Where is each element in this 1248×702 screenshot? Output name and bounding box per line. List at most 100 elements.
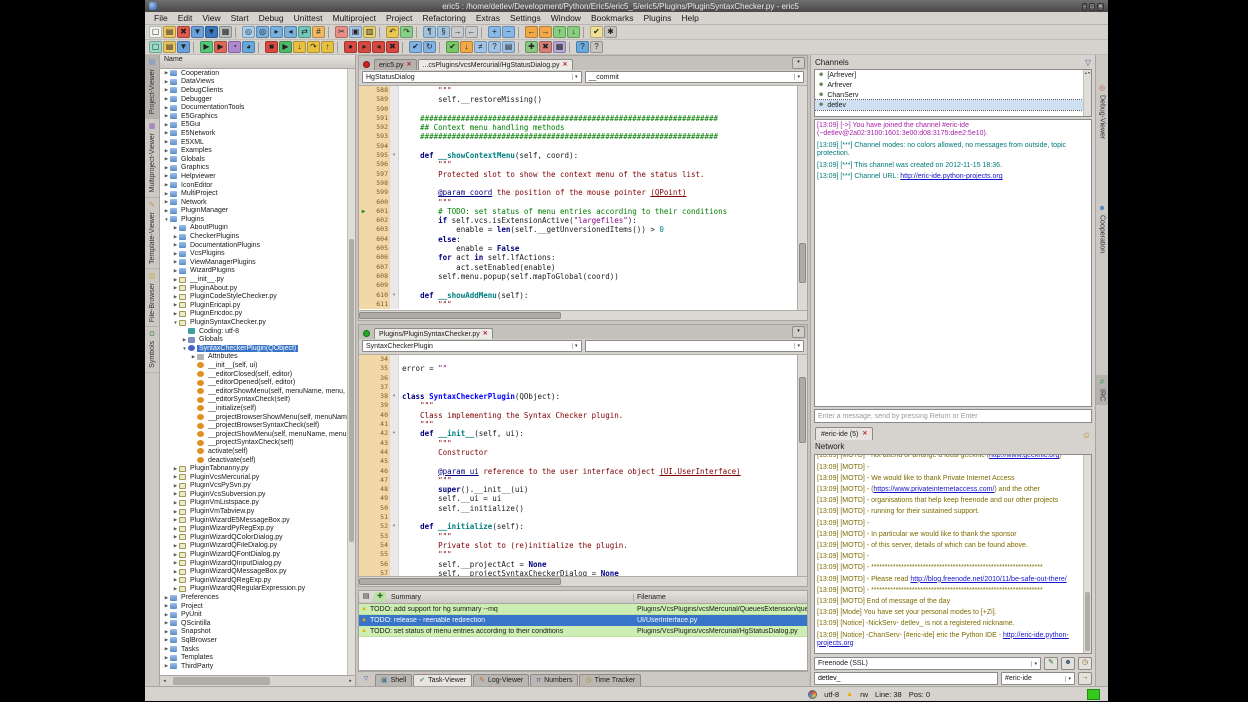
expander-icon[interactable]: ▶ <box>163 148 170 154</box>
fold-margin[interactable] <box>390 457 399 466</box>
tree-item[interactable]: ▼Plugins <box>160 215 355 224</box>
expander-icon[interactable]: ▶ <box>163 191 170 197</box>
sidebar-tab-irc[interactable]: #IRC <box>1096 375 1108 405</box>
tree-item[interactable]: ▶PluginWizardQFontDialog.py <box>160 550 355 559</box>
expander-icon[interactable]: ▶ <box>172 259 179 265</box>
sidebar-tab-cooperation[interactable]: ☻Cooperation <box>1096 201 1108 257</box>
menu-plugins[interactable]: Plugins <box>638 13 676 23</box>
menu-start[interactable]: Start <box>226 13 254 23</box>
tree-item[interactable]: ▶Attributes <box>160 353 355 362</box>
tree-item[interactable]: ▶PluginWizardQMessageBox.py <box>160 567 355 576</box>
tree-item[interactable]: ▶E5Gui <box>160 121 355 130</box>
expander-icon[interactable]: ▶ <box>172 483 179 489</box>
tool-tab-numbers[interactable]: πNumbers <box>530 674 578 686</box>
tree-item[interactable]: ▶DocumentationPlugins <box>160 241 355 250</box>
link[interactable]: http://eric-ide.python-projects.org <box>900 173 1002 180</box>
open-project-icon[interactable]: ▤ <box>163 41 176 53</box>
network-scrollbar[interactable] <box>1083 455 1091 653</box>
unittest-icon[interactable]: ✔ <box>409 41 422 53</box>
channel-tab[interactable]: #eric-ide (5) ✕ <box>815 427 873 440</box>
expander-icon[interactable]: ▼ <box>172 320 179 325</box>
scrollbar-thumb[interactable] <box>359 312 561 319</box>
expander-icon[interactable]: ▶ <box>163 603 170 609</box>
code-line[interactable]: 44 Constructor <box>359 448 797 457</box>
whats-this-icon[interactable]: ? <box>590 41 603 53</box>
fold-margin[interactable] <box>390 263 399 272</box>
code-line[interactable]: 55 """ <box>359 550 797 559</box>
expander-icon[interactable]: ▼ <box>181 346 188 351</box>
class-navigation-combo[interactable]: SyntaxCheckerPlugin▾ <box>362 340 582 352</box>
new-project-icon[interactable]: ▢ <box>149 41 162 53</box>
fold-margin[interactable] <box>390 188 399 197</box>
expander-icon[interactable]: ▶ <box>172 302 179 308</box>
scrollbar-thumb[interactable] <box>1085 592 1090 651</box>
undo-icon[interactable]: ↶ <box>386 26 399 38</box>
fold-margin[interactable] <box>390 532 399 541</box>
code-line[interactable]: 610▾ def __showAddMenu(self): <box>359 291 797 300</box>
menu-extras[interactable]: Extras <box>471 13 505 23</box>
tree-item[interactable]: ▶Snapshot <box>160 628 355 637</box>
tree-item[interactable]: ▶E5Network <box>160 129 355 138</box>
add-task-icon[interactable]: ✚ <box>374 592 386 602</box>
expander-icon[interactable]: ▶ <box>163 629 170 635</box>
tree-item[interactable]: ▶PyUnit <box>160 610 355 619</box>
expander-icon[interactable]: ▶ <box>163 79 170 85</box>
redo-icon[interactable]: ↷ <box>400 26 413 38</box>
code-line[interactable]: 604 else: <box>359 235 797 244</box>
tree-item[interactable]: ▶Project <box>160 602 355 611</box>
code-line[interactable]: 596 """ <box>359 160 797 169</box>
fold-margin[interactable] <box>390 355 399 364</box>
expander-icon[interactable]: ▶ <box>172 251 179 257</box>
expander-icon[interactable]: ▶ <box>163 637 170 643</box>
uncomment-icon[interactable]: § <box>437 26 450 38</box>
goto-line-icon[interactable]: # <box>312 26 325 38</box>
code-line[interactable]: 56 self.__projectAct = None <box>359 560 797 569</box>
network-select[interactable]: Freenode (SSL) ▾ <box>814 657 1041 670</box>
tree-item[interactable]: ▶VcsPlugins <box>160 249 355 258</box>
expander-icon[interactable]: ▶ <box>172 577 179 583</box>
expander-icon[interactable]: ▶ <box>163 113 170 119</box>
fold-margin[interactable] <box>390 198 399 207</box>
user-list-item[interactable]: ☻detlev <box>815 100 1091 110</box>
code-line[interactable]: 52▾ def __initialize(self): <box>359 522 797 531</box>
code-line[interactable]: 592 ## Context menu handling methods <box>359 123 797 132</box>
tree-item[interactable]: ▶PluginTabnanny.py <box>160 464 355 473</box>
code-line[interactable]: 34 <box>359 355 797 364</box>
save-project-icon[interactable]: ▼ <box>177 41 190 53</box>
unindent-icon[interactable]: ← <box>465 26 478 38</box>
code-line[interactable]: 595▾ def __showContextMenu(self, coord): <box>359 151 797 160</box>
code-line[interactable]: 41 """ <box>359 420 797 429</box>
tool-tab-time-tracker[interactable]: ◷Time Tracker <box>579 674 641 686</box>
tree-item[interactable]: __init__(self, ui) <box>160 361 355 370</box>
expander-icon[interactable]: ▶ <box>172 500 179 506</box>
expander-icon[interactable]: ▶ <box>163 130 170 136</box>
tree-item[interactable]: ▶PluginWizardQRegExp.py <box>160 576 355 585</box>
tree-item[interactable]: ▶QScintilla <box>160 619 355 628</box>
back-icon[interactable]: ← <box>525 26 538 38</box>
link[interactable]: https://www.privateinternetaccess.com/ <box>873 486 994 493</box>
code-line[interactable]: 53 """ <box>359 532 797 541</box>
code-line[interactable]: 609 <box>359 281 797 290</box>
fold-margin[interactable] <box>390 504 399 513</box>
fold-margin[interactable] <box>390 420 399 429</box>
fold-margin[interactable]: ▾ <box>390 429 399 438</box>
code-line[interactable]: 607 act.setEnabled(enable) <box>359 263 797 272</box>
expander-icon[interactable]: ▶ <box>172 268 179 274</box>
fold-margin[interactable] <box>390 383 399 392</box>
link[interactable]: http://eric-ide.python-projects.org <box>817 632 1069 647</box>
unittest-restart-icon[interactable]: ↻ <box>423 41 436 53</box>
tree-item[interactable]: ▶PluginManager <box>160 207 355 216</box>
expander-icon[interactable]: ▼ <box>163 217 170 222</box>
tree-item[interactable]: ▶PluginVmTabview.py <box>160 507 355 516</box>
fold-margin[interactable] <box>390 272 399 281</box>
fold-margin[interactable] <box>390 374 399 383</box>
tab-list-icon[interactable]: ▾ <box>792 326 805 338</box>
zoom-out-icon[interactable]: − <box>502 26 515 38</box>
code-line[interactable]: 606 for act in self.lfActions: <box>359 253 797 262</box>
fold-margin[interactable] <box>390 476 399 485</box>
tree-item[interactable]: ▶PluginVcsSubversion.py <box>160 490 355 499</box>
code-lines[interactable]: 588 """589 self.__restoreMissing()590 59… <box>359 86 797 310</box>
expander-icon[interactable]: ▶ <box>172 586 179 592</box>
expander-icon[interactable]: ▶ <box>163 620 170 626</box>
tool-tab-shell[interactable]: ▣Shell <box>375 674 412 686</box>
